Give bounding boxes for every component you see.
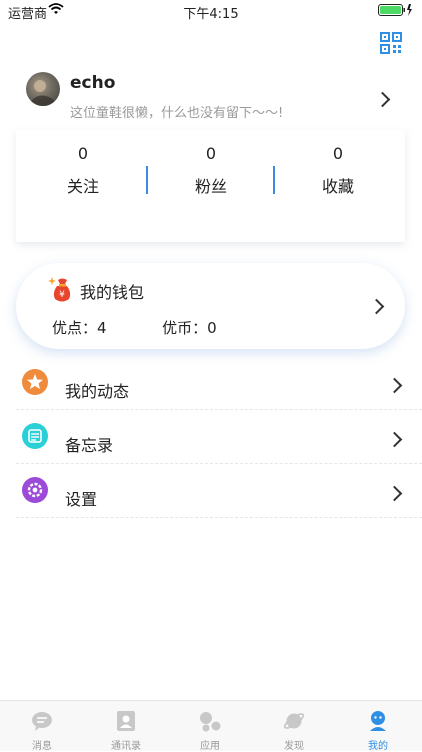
stat-fans-label: 粉丝 bbox=[194, 177, 227, 196]
profile-chevron-right-icon bbox=[374, 91, 391, 108]
stats-card: 0 关注 0 粉丝 0 收藏 bbox=[16, 130, 405, 242]
avatar[interactable] bbox=[26, 72, 60, 106]
menu-item-label: 设置 bbox=[65, 490, 98, 509]
menu-item-settings[interactable]: 设置 bbox=[16, 464, 422, 518]
coins-value: 0 bbox=[207, 319, 217, 337]
chevron-right-icon bbox=[386, 431, 403, 448]
points-value: 4 bbox=[97, 319, 107, 337]
chevron-right-icon bbox=[386, 485, 403, 502]
wallet-card[interactable]: ¥ 我的钱包 优点：4 优币：0 bbox=[16, 263, 405, 349]
points-label: 优点： bbox=[52, 319, 98, 337]
status-bar: 运营商 下午4:15 bbox=[0, 0, 422, 22]
gear-icon bbox=[22, 477, 48, 503]
qr-code-icon bbox=[380, 32, 402, 54]
svg-text:¥: ¥ bbox=[59, 290, 65, 300]
clock-time: 下午4:15 bbox=[183, 7, 239, 22]
menu-list: 我的动态 备忘录 设置 bbox=[16, 356, 422, 518]
coins-label: 优币： bbox=[162, 319, 208, 337]
menu-item-memo[interactable]: 备忘录 bbox=[16, 410, 422, 464]
memo-icon bbox=[22, 423, 48, 449]
planet-icon bbox=[283, 713, 305, 729]
profile-icon bbox=[370, 711, 386, 731]
chevron-right-icon bbox=[386, 377, 403, 394]
tab-discover[interactable]: 发现 bbox=[252, 701, 336, 752]
wallet-chevron-right-icon bbox=[368, 298, 385, 315]
stat-following[interactable]: 0 关注 bbox=[18, 144, 148, 197]
tab-me[interactable]: 我的 bbox=[336, 701, 420, 752]
stat-favorites-label: 收藏 bbox=[321, 177, 354, 196]
stat-fans-count: 0 bbox=[205, 144, 217, 163]
money-bag-icon: ¥ bbox=[48, 275, 76, 307]
chat-icon bbox=[32, 712, 52, 731]
user-name: echo bbox=[70, 73, 116, 93]
tab-apps[interactable]: 应用 bbox=[168, 701, 252, 752]
tab-messages[interactable]: 消息 bbox=[0, 701, 84, 752]
stat-following-count: 0 bbox=[77, 144, 89, 163]
battery-icon bbox=[378, 4, 414, 20]
wallet-balance-row: 优点：4 优币：0 bbox=[52, 317, 217, 338]
profile-header[interactable]: echo 这位童鞋很懒，什么也没有留下～～! bbox=[0, 64, 422, 134]
stat-favorites-count: 0 bbox=[332, 144, 344, 163]
qr-code-button[interactable] bbox=[380, 32, 402, 58]
tab-contacts[interactable]: 通讯录 bbox=[84, 701, 168, 752]
menu-item-my-posts[interactable]: 我的动态 bbox=[16, 356, 422, 410]
stat-favorites[interactable]: 0 收藏 bbox=[273, 144, 403, 197]
stat-fans[interactable]: 0 粉丝 bbox=[146, 144, 276, 197]
contacts-icon bbox=[117, 711, 135, 731]
user-signature: 这位童鞋很懒，什么也没有留下～～! bbox=[70, 106, 284, 121]
apps-icon bbox=[200, 712, 221, 732]
menu-item-label: 备忘录 bbox=[65, 436, 114, 455]
stat-following-label: 关注 bbox=[66, 177, 99, 196]
wallet-title: 我的钱包 bbox=[80, 283, 145, 302]
menu-item-label: 我的动态 bbox=[65, 382, 130, 401]
tab-bar: 消息 通讯录 应用 发现 我的 bbox=[0, 700, 422, 752]
star-icon bbox=[22, 369, 48, 395]
